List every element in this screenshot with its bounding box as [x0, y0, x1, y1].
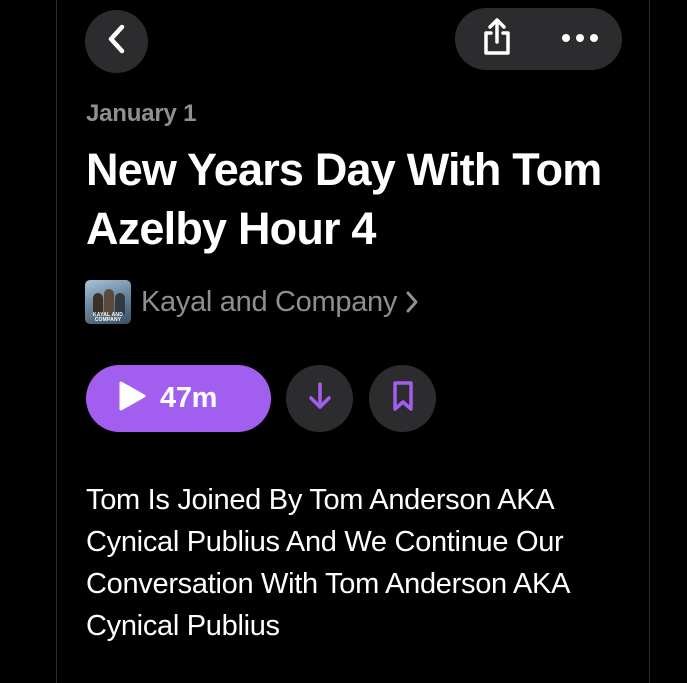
- share-icon: [480, 17, 514, 62]
- play-button[interactable]: 47m: [86, 365, 271, 432]
- episode-date: January 1: [86, 100, 197, 127]
- show-artwork: KAYAL AND COMPANY: [85, 280, 131, 324]
- download-button[interactable]: [286, 365, 353, 432]
- episode-duration: 47m: [160, 382, 218, 414]
- back-button[interactable]: [85, 10, 148, 73]
- artwork-text: KAYAL AND COMPANY: [92, 312, 124, 323]
- share-button[interactable]: [455, 8, 539, 70]
- download-arrow-icon: [308, 381, 332, 416]
- more-button[interactable]: [539, 8, 623, 70]
- bookmark-button[interactable]: [369, 365, 436, 432]
- episode-description: Tom Is Joined By Tom Anderson AKA Cynica…: [86, 484, 569, 642]
- chevron-right-icon: [405, 290, 419, 314]
- show-link[interactable]: KAYAL AND COMPANY Kayal and Company: [85, 280, 419, 324]
- toolbar-actions: [455, 8, 622, 70]
- show-name: Kayal and Company: [141, 285, 398, 318]
- right-divider: [649, 0, 650, 683]
- play-icon: [118, 380, 146, 417]
- episode-title: New Years Day With Tom Azelby Hour 4: [86, 144, 602, 254]
- left-divider: [56, 0, 57, 683]
- bookmark-icon: [392, 380, 414, 417]
- ellipsis-icon: [560, 30, 600, 48]
- chevron-left-icon: [106, 24, 128, 59]
